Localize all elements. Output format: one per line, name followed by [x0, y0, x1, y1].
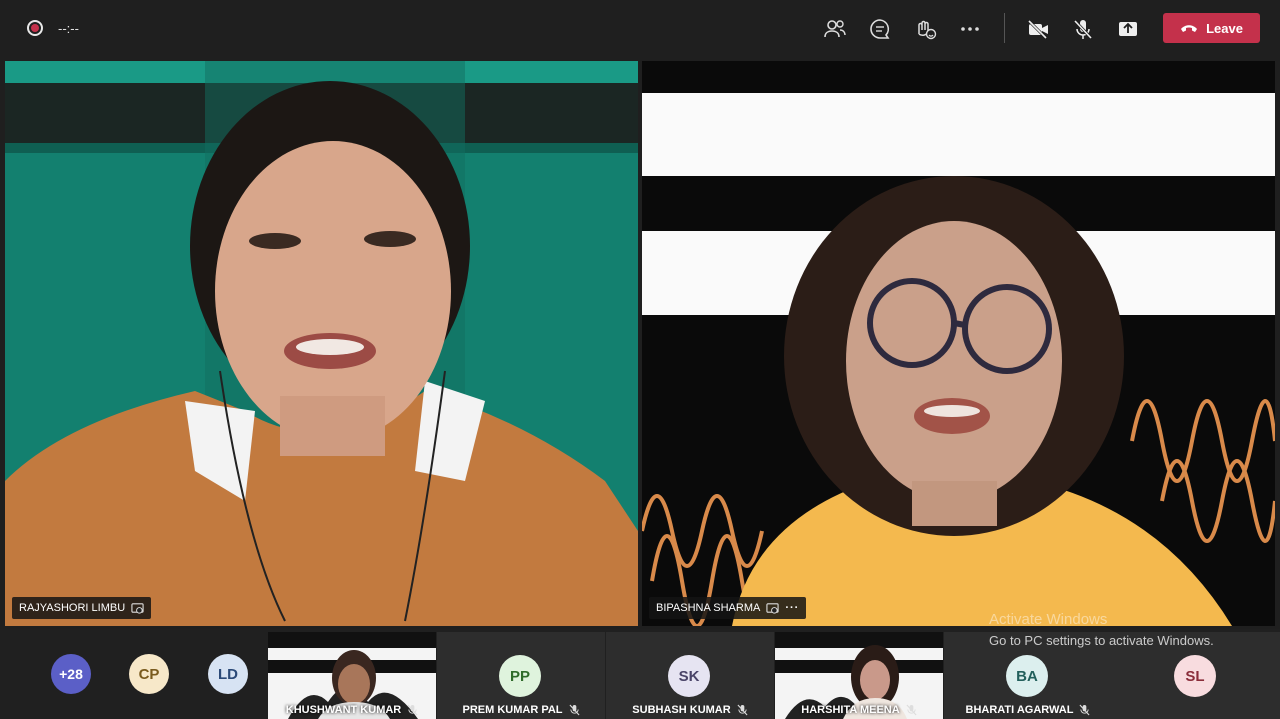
- participant-name-tag: SUBHASH KUMAR: [606, 704, 774, 716]
- avatar[interactable]: CP: [129, 654, 169, 694]
- participant-video-tile[interactable]: BIPASHNA SHARMA ···: [642, 61, 1275, 626]
- mic-off-icon: [569, 704, 579, 716]
- mic-off-icon: [906, 704, 917, 716]
- participants-icon[interactable]: [820, 14, 850, 44]
- mic-off-icon[interactable]: [1068, 14, 1098, 44]
- avatar: SK: [668, 655, 710, 697]
- meeting-timer: --:--: [58, 21, 79, 36]
- share-icon[interactable]: [1113, 14, 1143, 44]
- participant-tile[interactable]: KHUSHWANT KUMAR: [268, 632, 436, 719]
- participant-tile[interactable]: SK SUBHASH KUMAR: [606, 632, 774, 719]
- leave-button[interactable]: Leave: [1163, 13, 1260, 43]
- activate-windows-title: Activate Windows: [989, 611, 1108, 628]
- participant-name-tag: PREM KUMAR PAL: [437, 704, 605, 716]
- participant-name: HARSHITA MEENA: [801, 704, 900, 716]
- mic-off-icon: [407, 704, 418, 716]
- chat-icon[interactable]: [865, 14, 895, 44]
- avatar: SL: [1174, 655, 1216, 697]
- more-icon[interactable]: [955, 14, 985, 44]
- participant-tile[interactable]: HARSHITA MEENA: [775, 632, 943, 719]
- screen-reader-icon: [131, 602, 144, 614]
- mic-off-icon: [1079, 704, 1090, 716]
- leave-label: Leave: [1206, 20, 1243, 36]
- participant-name-tag: HARSHITA MEENA: [775, 704, 943, 716]
- participant-video: [642, 61, 1275, 626]
- recording-icon: [27, 20, 43, 36]
- participant-name-tag: BHARATI AGARWAL: [944, 704, 1112, 716]
- screen-reader-icon: [766, 602, 779, 614]
- camera-off-icon[interactable]: [1023, 14, 1053, 44]
- participant-name-tag: RAJYASHORI LIMBU: [12, 597, 152, 619]
- participant-name: SUBHASH KUMAR: [632, 704, 731, 716]
- participant-name: BIPASHNA SHARMA: [656, 602, 761, 614]
- hang-up-icon: [1181, 25, 1198, 32]
- reactions-icon[interactable]: [910, 14, 940, 44]
- participant-video: [5, 61, 638, 626]
- participant-name: PREM KUMAR PAL: [462, 704, 563, 716]
- participant-more-button[interactable]: ···: [785, 602, 799, 614]
- participant-name-tag: KHUSHWANT KUMAR: [268, 704, 436, 716]
- participant-tile[interactable]: PP PREM KUMAR PAL: [437, 632, 605, 719]
- participant-name: KHUSHWANT KUMAR: [285, 704, 402, 716]
- avatar: PP: [499, 655, 541, 697]
- participant-video-tile[interactable]: RAJYASHORI LIMBU: [5, 61, 638, 626]
- activate-windows-subtitle: Go to PC settings to activate Windows.: [989, 633, 1214, 648]
- avatar[interactable]: LD: [208, 654, 248, 694]
- overflow-participants-button[interactable]: +28: [51, 654, 91, 694]
- avatar: BA: [1006, 655, 1048, 697]
- participant-name: BHARATI AGARWAL: [965, 704, 1074, 716]
- mic-off-icon: [737, 704, 748, 716]
- participant-name: RAJYASHORI LIMBU: [19, 602, 126, 614]
- participant-name-tag: BIPASHNA SHARMA ···: [649, 597, 807, 619]
- meeting-toolbar: --:-- Leave: [0, 0, 1280, 58]
- toolbar-divider: [1004, 13, 1005, 43]
